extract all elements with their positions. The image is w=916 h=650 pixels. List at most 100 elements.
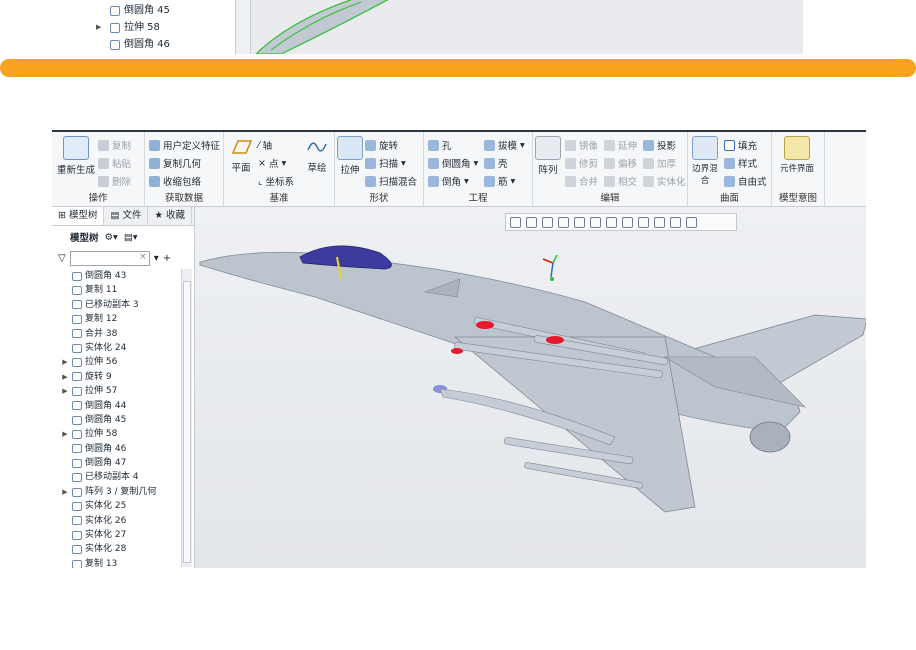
tree-item[interactable]: 实体化 26 xyxy=(52,514,180,528)
expand-arrow-icon[interactable]: ▶ xyxy=(60,384,70,398)
tree-item[interactable]: 复制 11 xyxy=(52,283,180,297)
revolve-label: 旋转 xyxy=(379,141,399,152)
tree-item[interactable]: 实体化 25 xyxy=(52,499,180,513)
round-icon xyxy=(72,415,82,425)
tab-model-tree[interactable]: ⊞ 模型树 xyxy=(52,207,105,225)
draft-button[interactable]: 拔模 ▾ xyxy=(484,138,525,152)
tree-item[interactable]: ▶ 旋转 9 xyxy=(52,370,180,384)
group-label-operation[interactable]: 操作 xyxy=(52,190,144,204)
trim-button[interactable]: 修剪 xyxy=(565,156,598,170)
tree-item[interactable]: ▶ 阵列 3 / 复制几何 xyxy=(52,485,180,499)
tree-scrollbar[interactable] xyxy=(181,269,192,567)
tree-item[interactable]: ▶ 拉伸 56 xyxy=(52,355,180,369)
group-label-shape[interactable]: 形状 xyxy=(335,190,423,204)
top-tree-item[interactable]: 倒圆角 46 xyxy=(96,36,235,53)
copy-button[interactable]: 复制 xyxy=(98,138,131,152)
tree-settings-icon[interactable]: ⚙▾ xyxy=(105,232,118,243)
pattern-icon xyxy=(72,487,82,497)
expand-arrow-icon[interactable]: ▶ xyxy=(60,370,70,384)
tree-item[interactable]: 复制 12 xyxy=(52,312,180,326)
component-interface-button[interactable]: 元件界面 xyxy=(774,136,820,174)
group-label-get-data[interactable]: 获取数据 xyxy=(145,190,223,204)
delete-label: 删除 xyxy=(112,177,132,188)
solidify-button[interactable]: 实体化 xyxy=(643,174,686,188)
revolve-button[interactable]: 旋转 xyxy=(365,138,398,152)
tree-search-input[interactable]: × xyxy=(69,250,150,266)
project-button[interactable]: 投影 xyxy=(643,138,676,152)
round-button[interactable]: 倒圆角 ▾ xyxy=(428,156,478,170)
shrinkwrap-button[interactable]: 收缩包络 xyxy=(149,174,201,188)
point-button[interactable]: × 点 ▾ xyxy=(258,156,286,171)
clear-icon[interactable]: × xyxy=(139,252,147,262)
chevron-down-icon: ▾ xyxy=(520,139,525,151)
tree-item[interactable]: 合并 38 xyxy=(52,327,180,341)
tree-item[interactable]: 实体化 28 xyxy=(52,542,180,556)
delete-button[interactable]: 删除 xyxy=(98,174,131,188)
tree-item[interactable]: 已移动副本 4 xyxy=(52,470,180,484)
swept-blend-button[interactable]: 扫描混合 xyxy=(365,174,417,188)
expand-arrow-icon[interactable]: ▶ xyxy=(96,19,106,36)
tree-item[interactable]: ▶ 拉伸 58 xyxy=(52,427,180,441)
top-tree-item[interactable]: 倒圆角 45 xyxy=(96,2,235,19)
tree-item[interactable]: 实体化 24 xyxy=(52,341,180,355)
tree-item[interactable]: 倒圆角 46 xyxy=(52,442,180,456)
tree-item[interactable]: 倒圆角 44 xyxy=(52,399,180,413)
aircraft-model[interactable] xyxy=(195,207,866,568)
style-button[interactable]: 样式 xyxy=(724,156,757,170)
top-tree-item[interactable]: ▶ 拉伸 58 xyxy=(96,19,235,36)
extrude-button[interactable]: 拉伸 xyxy=(337,136,363,176)
engine-nozzle xyxy=(749,421,791,453)
thicken-button[interactable]: 加厚 xyxy=(643,156,676,170)
sweep-button[interactable]: 扫描 ▾ xyxy=(365,156,406,170)
tree-item-label: 阵列 3 / 复制几何 xyxy=(85,486,157,497)
regenerate-button[interactable]: 重新生成 xyxy=(56,136,96,176)
tree-item-label: 复制 13 xyxy=(85,558,118,568)
coordinate-system-button[interactable]: ⌞ 坐标系 xyxy=(258,174,294,189)
group-label-engineering[interactable]: 工程 xyxy=(424,190,532,204)
hole-label: 孔 xyxy=(442,141,452,152)
boundary-blend-button[interactable]: 边界混合 xyxy=(690,136,720,186)
graphics-viewport[interactable] xyxy=(195,207,866,568)
freestyle-button[interactable]: 自由式 xyxy=(724,174,767,188)
group-label-model-intent[interactable]: 模型意图 xyxy=(772,190,824,204)
group-label-edit[interactable]: 编辑 xyxy=(533,190,687,204)
offset-button[interactable]: 偏移 xyxy=(604,156,637,170)
tree-item[interactable]: 复制 13 xyxy=(52,557,180,568)
tree-item[interactable]: 实体化 27 xyxy=(52,528,180,542)
add-filter-icon[interactable]: + xyxy=(163,253,171,264)
tree-item[interactable]: 倒圆角 43 xyxy=(52,269,180,283)
tree-scrollbar-thumb[interactable] xyxy=(183,281,191,563)
sketch-button[interactable]: 草绘 xyxy=(304,136,330,174)
group-label-surface[interactable]: 曲面 xyxy=(688,190,771,204)
tree-show-icon[interactable]: ▤▾ xyxy=(124,232,138,243)
tree-item[interactable]: ▶ 拉伸 57 xyxy=(52,384,180,398)
tab-favorites[interactable]: ★ 收藏 xyxy=(148,207,193,225)
shell-button[interactable]: 壳 xyxy=(484,156,508,170)
pattern-button[interactable]: 阵列 xyxy=(535,136,561,176)
mirror-button[interactable]: 镜像 xyxy=(565,138,598,152)
user-defined-feature-button[interactable]: 用户定义特征 xyxy=(149,138,220,152)
extend-label: 延伸 xyxy=(618,141,638,152)
intersect-button[interactable]: 相交 xyxy=(604,174,637,188)
group-label-datum[interactable]: 基准 xyxy=(224,190,334,204)
chamfer-button[interactable]: 倒角 ▾ xyxy=(428,174,469,188)
expand-arrow-icon[interactable]: ▶ xyxy=(60,485,70,499)
expand-arrow-icon[interactable]: ▶ xyxy=(60,427,70,441)
tree-item[interactable]: 倒圆角 45 xyxy=(52,413,180,427)
tree-item[interactable]: 已移动副本 3 xyxy=(52,298,180,312)
tree-item-label: 实体化 26 xyxy=(85,515,127,526)
copy-geometry-button[interactable]: 复制几何 xyxy=(149,156,201,170)
fill-button[interactable]: 填充 xyxy=(724,138,757,152)
tree-item[interactable]: 倒圆角 47 xyxy=(52,456,180,470)
axis-button[interactable]: ⁄ 轴 xyxy=(258,138,272,153)
chevron-down-icon[interactable]: ▾ xyxy=(154,253,159,264)
chevron-down-icon: ▾ xyxy=(473,157,479,169)
plane-button[interactable]: 平面 xyxy=(226,136,256,174)
tab-files[interactable]: ▤ 文件 xyxy=(104,207,149,225)
merge-button[interactable]: 合并 xyxy=(565,174,598,188)
hole-button[interactable]: 孔 xyxy=(428,138,452,152)
paste-button[interactable]: 粘贴 xyxy=(98,156,131,170)
rib-button[interactable]: 筋 ▾ xyxy=(484,174,515,188)
extend-button[interactable]: 延伸 xyxy=(604,138,637,152)
expand-arrow-icon[interactable]: ▶ xyxy=(60,355,70,369)
